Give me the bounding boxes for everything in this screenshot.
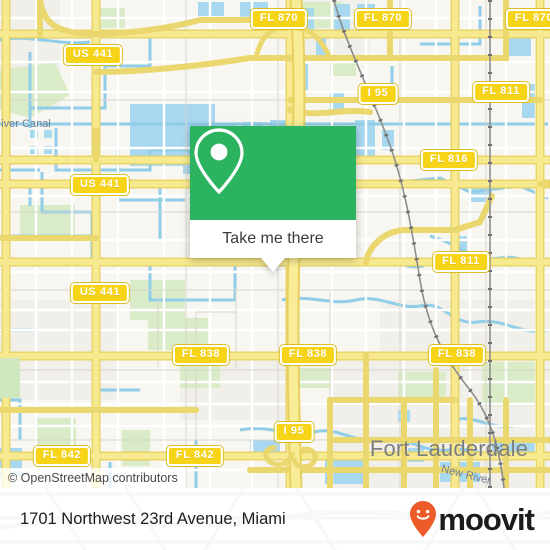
moovit-map-screenshot: FL 870 FL 870 FL 870 US 441 I 95 FL 811 FL 816… <box>0 0 550 550</box>
callout-pin-area <box>190 126 356 220</box>
road-shield: US 441 <box>70 283 130 303</box>
map-canvas[interactable]: FL 870 FL 870 FL 870 US 441 I 95 FL 811 FL 816… <box>0 0 550 488</box>
road-shield: FL 870 <box>250 9 308 29</box>
callout-tail <box>261 258 285 272</box>
road-shield: FL 842 <box>166 446 224 466</box>
take-me-there-button[interactable]: Take me there <box>190 220 356 258</box>
road-shield: FL 838 <box>279 345 337 365</box>
road-shield: FL 838 <box>172 345 230 365</box>
road-shield: FL 811 <box>473 82 529 102</box>
address-label: 1701 Northwest 23rd Avenue, Miami <box>20 509 286 528</box>
green-strip <box>0 358 20 398</box>
moovit-pin-icon <box>410 501 437 537</box>
osm-attribution[interactable]: © OpenStreetMap contributors <box>0 468 186 488</box>
location-callout[interactable]: Take me there <box>190 126 356 272</box>
city-label: Fort Lauderdale <box>369 436 529 461</box>
road-shield: FL 811 <box>433 252 489 272</box>
moovit-logo[interactable]: moovit <box>409 500 535 538</box>
road-shield: I 95 <box>274 422 314 442</box>
moovit-wordmark: moovit <box>438 501 535 537</box>
road-shield: FL 816 <box>420 150 478 170</box>
map-pin-icon <box>194 128 244 195</box>
road-shield: I 95 <box>358 84 398 104</box>
road-shield: FL 870 <box>505 9 550 29</box>
road-shield: FL 842 <box>33 446 91 466</box>
road-shield: US 441 <box>63 45 123 65</box>
water-label: iver Canal <box>1 118 51 130</box>
road-shield: FL 870 <box>354 9 412 29</box>
road-shield: US 441 <box>70 175 130 195</box>
road-shield: FL 838 <box>428 345 486 365</box>
footer-bar: 1701 Northwest 23rd Avenue, Miami moovit <box>0 488 550 550</box>
